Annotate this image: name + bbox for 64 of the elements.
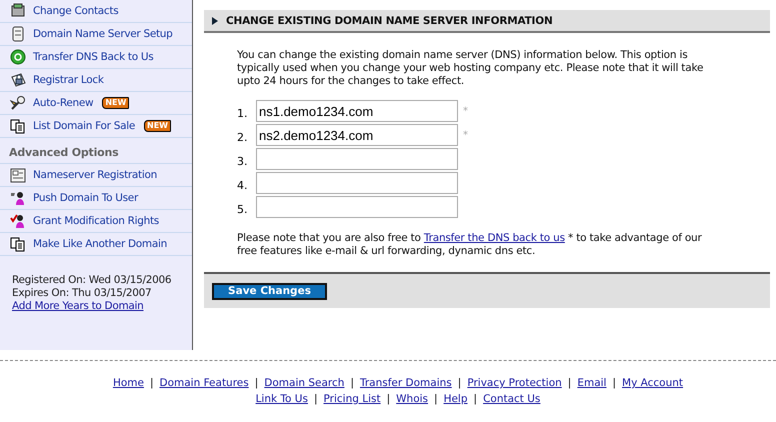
- card-icon: [10, 167, 26, 183]
- menu-link[interactable]: List Domain For Sale: [33, 120, 135, 132]
- menu-link[interactable]: Change Contacts: [33, 5, 118, 17]
- footer-link[interactable]: Domain Features: [160, 377, 249, 389]
- transfer-link[interactable]: Transfer the DNS back to us: [424, 232, 565, 244]
- menu-link[interactable]: Grant Modification Rights: [33, 215, 159, 227]
- add-years-link[interactable]: Add More Years to Domain: [12, 300, 144, 313]
- footer-link[interactable]: Home: [112, 377, 144, 389]
- footer-link[interactable]: Domain Search: [264, 377, 344, 389]
- footer-link[interactable]: Link To Us: [256, 393, 308, 405]
- expiry-date: Expires On: Thu 03/15/2007: [12, 287, 152, 300]
- lock-icon: [10, 72, 26, 88]
- documents-icon: [10, 236, 26, 252]
- separator: |: [612, 377, 616, 389]
- footer-link[interactable]: Email: [577, 377, 606, 389]
- person-icon: [10, 190, 26, 206]
- footer-link[interactable]: Privacy Protection: [467, 377, 562, 389]
- separator: |: [458, 377, 462, 389]
- input-field[interactable]: [256, 196, 458, 218]
- row-number: 3.: [237, 154, 248, 168]
- menu-link[interactable]: Nameserver Registration: [33, 169, 157, 181]
- save-button[interactable]: Save Changes: [212, 282, 327, 300]
- input-field[interactable]: ns1.demo1234.com: [256, 100, 458, 122]
- menu-link[interactable]: Registrar Lock: [33, 74, 104, 86]
- section-heading: Advanced Options: [0, 138, 192, 164]
- note-text: Please note that you are also free to Transfer the DNS back to us * to take advantage of our free features like e-mail & url forwarding, dynamic dns etc.: [237, 232, 703, 258]
- menu-link[interactable]: Push Domain To User: [33, 192, 138, 204]
- key-icon: [10, 95, 26, 111]
- registered-date: Registered On: Wed 03/15/2006: [12, 274, 172, 287]
- footer-link[interactable]: Contact Us: [483, 393, 540, 405]
- separator: |: [254, 377, 258, 389]
- separator: |: [314, 393, 318, 405]
- input-field[interactable]: [256, 172, 458, 194]
- row-number: 2.: [237, 130, 248, 144]
- menu-link[interactable]: Auto-Renew: [33, 97, 94, 109]
- separator: |: [568, 377, 572, 389]
- server-icon: [10, 26, 26, 42]
- panel-title: CHANGE EXISTING DOMAIN NAME SERVER INFORMATION: [226, 14, 553, 26]
- row-number: 4.: [237, 178, 248, 192]
- documents-icon: [10, 118, 26, 134]
- menu-link[interactable]: Domain Name Server Setup: [33, 28, 173, 40]
- triangle-icon: [212, 16, 218, 24]
- footer-link[interactable]: Help: [444, 393, 468, 405]
- required-mark: *: [463, 130, 468, 140]
- separator: |: [386, 393, 390, 405]
- intro-text: You can change the existing domain name server (DNS) information below. This option is typically used when you change your web hosting company etc. Please note that it will take upto 24 hours for the changes to take effect.: [237, 49, 704, 88]
- separator: |: [350, 377, 354, 389]
- new-badge: NEW: [144, 120, 171, 132]
- footer-link[interactable]: My Account: [622, 377, 684, 389]
- footer-link[interactable]: Transfer Domains: [360, 377, 452, 389]
- footer-link[interactable]: Pricing List: [324, 393, 381, 405]
- required-mark: *: [463, 106, 468, 116]
- separator: |: [434, 393, 438, 405]
- new-badge: NEW: [102, 97, 130, 109]
- row-number: 1.: [237, 106, 248, 120]
- input-field[interactable]: ns2.demo1234.com: [256, 124, 458, 146]
- menu-link[interactable]: Make Like Another Domain: [33, 238, 167, 250]
- menu-link[interactable]: Transfer DNS Back to Us: [33, 51, 154, 63]
- input-field[interactable]: [256, 148, 458, 170]
- separator: |: [474, 393, 478, 405]
- person-icon: [10, 213, 26, 229]
- separator: |: [150, 377, 154, 389]
- footer-link[interactable]: Whois: [396, 393, 428, 405]
- row-number: 5.: [237, 202, 248, 216]
